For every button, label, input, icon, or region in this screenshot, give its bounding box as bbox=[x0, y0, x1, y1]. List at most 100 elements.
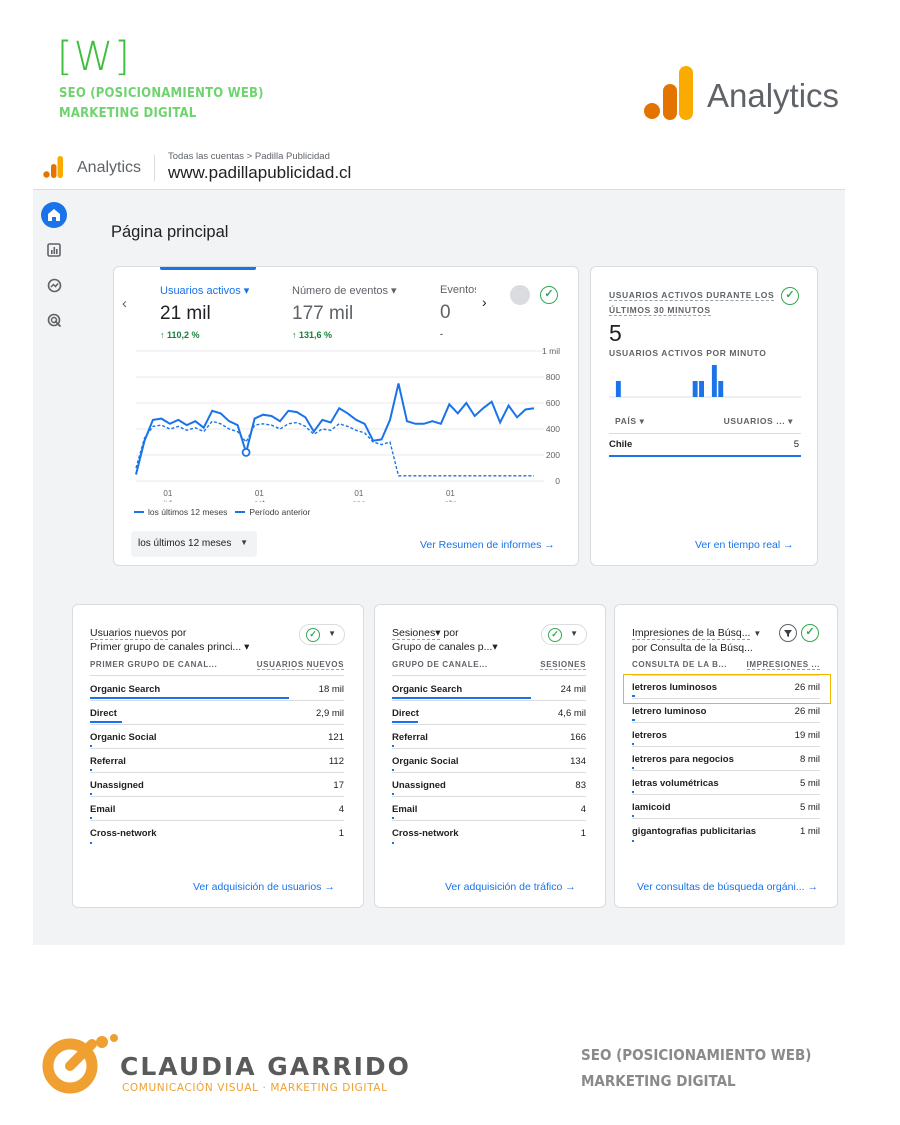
row-label: Unassigned bbox=[392, 780, 446, 791]
ga-logo-icon bbox=[43, 156, 63, 178]
row-share-bar bbox=[90, 769, 92, 771]
user-acquisition-link[interactable]: Ver adquisición de usuarios → bbox=[193, 881, 335, 893]
card-options-pill[interactable]: ✓ ▼ bbox=[299, 624, 345, 645]
row-label: Organic Search bbox=[90, 684, 161, 695]
table-row[interactable]: Referral 112 bbox=[90, 749, 344, 773]
table-row[interactable]: Referral 166 bbox=[392, 725, 586, 749]
ga-product-name[interactable]: Analytics bbox=[77, 159, 141, 177]
analytics-logo-icon bbox=[644, 66, 693, 120]
traffic-acquisition-link[interactable]: Ver adquisición de tráfico → bbox=[445, 881, 576, 893]
col-users[interactable]: USUARIOS ... ▾ bbox=[724, 416, 793, 427]
new-users-card: Usuarios nuevos por Primer grupo de cana… bbox=[72, 604, 364, 908]
breadcrumb[interactable]: Todas las cuentas > Padilla Publicidad bbox=[168, 151, 330, 162]
table-row[interactable]: letrero luminoso 26 mil bbox=[632, 699, 820, 723]
row-value: 166 bbox=[570, 732, 586, 743]
title-por: por bbox=[168, 627, 187, 639]
row-value: 4 bbox=[338, 804, 344, 815]
organic-search-link[interactable]: Ver consultas de búsqueda orgáni... → bbox=[637, 881, 818, 893]
date-range-button[interactable]: los últimos 12 meses ▼ bbox=[131, 531, 257, 557]
row-label: letreros para negocios bbox=[632, 754, 734, 765]
row-share-bar bbox=[392, 817, 394, 819]
row-value: 121 bbox=[328, 732, 344, 743]
table-row[interactable]: Cross-network 1 bbox=[392, 821, 586, 845]
series-point-marker bbox=[241, 447, 251, 457]
row-value: 134 bbox=[570, 756, 586, 767]
table-row[interactable]: Direct 4,6 mil bbox=[392, 701, 586, 725]
brand-line-marketing: MARKETING DIGITAL bbox=[59, 106, 197, 121]
table-row[interactable]: Organic Social 121 bbox=[90, 725, 344, 749]
explore-icon[interactable] bbox=[41, 272, 67, 298]
row-share-bar bbox=[632, 695, 635, 697]
table-row[interactable]: Unassigned 83 bbox=[392, 773, 586, 797]
claudia-garrido-logo-icon bbox=[42, 1034, 118, 1094]
row-value: 4,6 mil bbox=[558, 708, 586, 719]
table-row[interactable]: letreros para negocios 8 mil bbox=[632, 747, 820, 771]
col-query[interactable]: CONSULTA DE LA B... bbox=[632, 660, 727, 669]
x-tick-day: 01 bbox=[354, 489, 363, 498]
col-sessions[interactable]: SESIONES bbox=[540, 660, 586, 670]
legend-dashed-swatch bbox=[235, 511, 246, 513]
row-share-bar bbox=[632, 815, 634, 817]
table-row[interactable]: Organic Search 18 mil bbox=[90, 677, 344, 701]
x-tick-day: 01 bbox=[255, 489, 264, 498]
table-row[interactable]: letras volumétricas 5 mil bbox=[632, 771, 820, 795]
row-value: 1 mil bbox=[799, 826, 820, 837]
card-options-pill[interactable]: ✓ ▼ bbox=[541, 624, 587, 645]
table-row[interactable]: Organic Social 134 bbox=[392, 749, 586, 773]
table-row[interactable]: Unassigned 17 bbox=[90, 773, 344, 797]
analytics-brand-label: Analytics bbox=[707, 77, 840, 114]
brand-line-seo: SEO (POSICIONAMIENTO WEB) bbox=[59, 86, 264, 101]
footer-tagline: COMUNICACIÓN VISUAL · MARKETING DIGITAL bbox=[122, 1082, 388, 1094]
row-label: letreros bbox=[632, 730, 667, 741]
realtime-link[interactable]: Ver en tiempo real → bbox=[695, 539, 794, 551]
col-new-users[interactable]: USUARIOS NUEVOS bbox=[256, 660, 344, 670]
table-row[interactable]: Organic Search 24 mil bbox=[392, 677, 586, 701]
nav-rail bbox=[33, 190, 75, 945]
filter-icon[interactable] bbox=[779, 624, 797, 642]
col-channel[interactable]: PRIMER GRUPO DE CANAL... bbox=[90, 660, 217, 669]
table-row[interactable]: letreros luminosos 26 mil bbox=[632, 675, 820, 699]
title-dimension: por Consulta de la Búsq... bbox=[632, 642, 753, 654]
property-selector[interactable]: www.padillapublicidad.cl bbox=[168, 163, 351, 183]
row-share-bar bbox=[632, 743, 634, 745]
legend-current: los últimos 12 meses bbox=[148, 507, 228, 517]
table-row[interactable]: gigantografias publicitarias 1 mil bbox=[632, 819, 820, 843]
title-metric: Sesiones▾ bbox=[392, 627, 441, 640]
row-value: 1 bbox=[580, 828, 586, 839]
table-row[interactable]: letreros 19 mil bbox=[632, 723, 820, 747]
footer-line-seo: SEO (POSICIONAMIENTO WEB) bbox=[581, 1046, 812, 1064]
legend-solid-swatch bbox=[134, 511, 144, 513]
col-country[interactable]: PAÍS ▾ bbox=[615, 416, 644, 427]
row-share-bar bbox=[632, 719, 635, 721]
reports-summary-link[interactable]: Ver Resumen de informes → bbox=[420, 539, 555, 551]
caret-down-icon: ▼ bbox=[753, 629, 762, 638]
reports-icon[interactable] bbox=[41, 237, 67, 263]
analytics-brand: Analytics bbox=[643, 66, 839, 120]
title-dimension: Primer grupo de canales princi... ▾ bbox=[90, 641, 250, 653]
ga-header: Analytics Todas las cuentas > Padilla Pu… bbox=[33, 143, 845, 190]
per-minute-bar-chart bbox=[609, 365, 801, 398]
table-row[interactable]: lamicoid 5 mil bbox=[632, 795, 820, 819]
row-bar bbox=[609, 455, 801, 457]
card-title[interactable]: Sesiones▾ por Grupo de canales p...▾ bbox=[392, 626, 498, 654]
home-icon[interactable] bbox=[41, 202, 67, 228]
table-row[interactable]: Email 4 bbox=[392, 797, 586, 821]
row-users: 5 bbox=[793, 439, 799, 450]
card-title[interactable]: Usuarios nuevos por Primer grupo de cana… bbox=[90, 626, 249, 654]
title-metric: Usuarios nuevos bbox=[90, 627, 169, 640]
table-row[interactable]: Direct 2,9 mil bbox=[90, 701, 344, 725]
table-row[interactable]: Email 4 bbox=[90, 797, 344, 821]
col-impressions[interactable]: IMPRESIONES ... bbox=[746, 660, 820, 670]
row-label: gigantografias publicitarias bbox=[632, 826, 757, 837]
minute-bar bbox=[718, 381, 724, 397]
check-icon[interactable]: ✓ bbox=[781, 287, 799, 305]
table-row[interactable]: Cross-network 1 bbox=[90, 821, 344, 845]
realtime-row[interactable]: Chile 5 bbox=[609, 439, 801, 458]
x-tick-day: 01 bbox=[163, 489, 172, 498]
col-channel[interactable]: GRUPO DE CANALE... bbox=[392, 660, 488, 669]
row-value: 26 mil bbox=[794, 706, 820, 717]
row-value: 5 mil bbox=[799, 778, 820, 789]
card-title[interactable]: Impresiones de la Búsq... ▼ por Consulta… bbox=[632, 626, 761, 655]
check-icon[interactable]: ✓ bbox=[801, 624, 819, 642]
advertising-icon[interactable] bbox=[41, 307, 67, 333]
